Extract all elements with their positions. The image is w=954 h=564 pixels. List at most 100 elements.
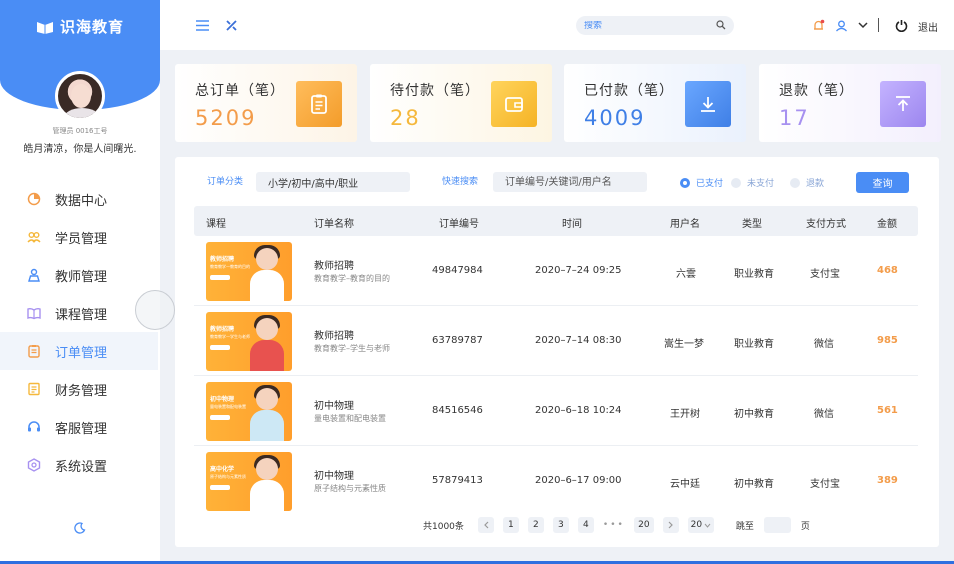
order-type: 职业教育	[734, 269, 774, 280]
thumb-title: 高中化学	[210, 466, 235, 473]
page-button[interactable]: 20	[633, 517, 654, 533]
category-filter-label: 订单分类	[207, 177, 244, 187]
topbar: 退出	[160, 0, 954, 50]
topbar-divider	[878, 18, 879, 32]
column-header: 订单名称	[314, 219, 354, 230]
payment-method: 微信	[814, 409, 834, 420]
order-time: 2020–6–17 09:00	[535, 475, 622, 486]
page-button[interactable]: 1	[502, 517, 519, 533]
radio-checked-icon	[680, 177, 690, 188]
radio-label: 已支付	[696, 179, 724, 189]
quick-search-input[interactable]	[493, 172, 647, 192]
category-filter-field[interactable]	[256, 172, 410, 192]
table-header: 课程 订单名称 订单编号 时间 用户名 类型 支付方式 金额	[194, 206, 918, 236]
payment-method: 支付宝	[810, 479, 840, 490]
search-icon[interactable]	[716, 20, 726, 33]
order-name: 教师招聘	[314, 331, 354, 342]
logo-book-icon	[37, 21, 53, 34]
column-header: 用户名	[670, 219, 700, 230]
chevron-down-icon[interactable]	[855, 17, 871, 33]
logout-label[interactable]: 退出	[918, 19, 938, 34]
avatar[interactable]	[55, 71, 105, 121]
sidebar-item-data-center[interactable]: 数据中心	[0, 180, 160, 218]
page-button[interactable]: 4	[577, 517, 594, 533]
table-row[interactable]: 教师招聘 教育教学—教育的目的 教师招聘 教育教学–教育的目的 49847984…	[194, 236, 918, 306]
sidebar-item-teachers[interactable]: 教师管理	[0, 256, 160, 294]
admin-id: 管理员 0016工号	[52, 127, 108, 135]
stat-title: 待付款（笔）	[390, 83, 480, 99]
book-icon	[27, 306, 41, 320]
order-subtitle: 原子结构与元素性质	[314, 484, 386, 493]
radio-refund[interactable]: 退款	[790, 176, 824, 189]
order-time: 2020–6–18 10:24	[535, 405, 622, 416]
order-subtitle: 量电装置和配电装置	[314, 414, 386, 423]
search-input[interactable]	[584, 20, 704, 31]
user-name: 云中廷	[670, 479, 700, 490]
power-icon[interactable]	[893, 17, 909, 33]
stat-card-pending-payment[interactable]: 待付款（笔） 28	[370, 64, 552, 142]
user-name: 王开树	[670, 409, 700, 420]
user-icon[interactable]	[833, 17, 849, 33]
goto-page-input[interactable]	[763, 517, 791, 533]
stat-value: 4009	[584, 106, 646, 130]
clipboard-icon	[27, 344, 41, 358]
table-row[interactable]: 初中物理 量电装置和配电装置 初中物理 量电装置和配电装置 84516546 2…	[194, 376, 918, 446]
quick-search-label: 快速搜索	[442, 177, 479, 187]
page-button[interactable]: 3	[552, 517, 569, 533]
search-box[interactable]	[576, 16, 734, 35]
sidebar-item-orders[interactable]: 订单管理	[0, 332, 158, 370]
order-name: 初中物理	[314, 471, 354, 482]
payment-method: 支付宝	[810, 269, 840, 280]
table-row[interactable]: 教师招聘 教育教学—学生与老师 教师招聘 教育教学–学生与老师 63789787…	[194, 306, 918, 376]
ellipsis-icon: •••	[602, 520, 625, 530]
sidebar-item-label: 财务管理	[55, 383, 108, 399]
ledger-icon	[27, 382, 41, 396]
sidebar-item-settings[interactable]: 系统设置	[0, 446, 160, 484]
thumb-title: 教师招聘	[210, 326, 235, 333]
column-header: 时间	[562, 219, 582, 230]
bell-icon[interactable]	[810, 17, 826, 33]
theme-toggle-moon-icon[interactable]	[72, 520, 88, 536]
course-thumbnail[interactable]: 初中物理 量电装置和配电装置	[206, 382, 292, 441]
course-thumbnail[interactable]: 教师招聘 教育教学—学生与老师	[206, 312, 292, 371]
query-button[interactable]: 查询	[856, 172, 909, 193]
stat-card-total-orders[interactable]: 总订单（笔） 5209	[175, 64, 357, 142]
stat-title: 已付款（笔）	[584, 83, 674, 99]
order-number: 49847984	[432, 265, 483, 276]
chart-pie-icon	[27, 192, 41, 206]
order-number: 63789787	[432, 335, 483, 346]
page-button[interactable]: 2	[527, 517, 544, 533]
thumb-subtitle: 量电装置和配电装置	[210, 404, 246, 409]
sidebar-item-label: 学员管理	[55, 231, 108, 247]
thumb-title: 教师招聘	[210, 256, 235, 263]
course-thumbnail[interactable]: 教师招聘 教育教学—教育的目的	[206, 242, 292, 301]
course-thumbnail[interactable]: 高中化学 原子结构与元素性质	[206, 452, 292, 511]
stat-card-refunds[interactable]: 退款（笔） 17	[759, 64, 941, 142]
order-amount: 561	[877, 405, 898, 416]
sidebar-item-label: 订单管理	[55, 345, 108, 361]
sidebar-item-label: 课程管理	[55, 307, 108, 323]
prev-page-chevron-left-icon[interactable]	[477, 517, 494, 533]
radio-paid[interactable]: 已支付	[680, 176, 723, 189]
app-logo[interactable]: 识海教育	[36, 16, 124, 37]
next-page-chevron-right-icon[interactable]	[662, 517, 679, 533]
sidebar-item-finance[interactable]: 财务管理	[0, 370, 160, 408]
order-subtitle: 教育教学–教育的目的	[314, 274, 390, 283]
table-row[interactable]: 高中化学 原子结构与元素性质 初中物理 原子结构与元素性质 57879413 2…	[194, 446, 918, 516]
order-type: 初中教育	[734, 479, 774, 490]
radio-unchecked-icon	[731, 177, 741, 188]
tools-icon[interactable]	[223, 17, 239, 33]
sidebar-item-students[interactable]: 学员管理	[0, 218, 160, 256]
page-size-select[interactable]: 20	[687, 517, 714, 533]
orders-panel: 订单分类 快速搜索 已支付 未支付 退款 查询 课程 订单名称 订单编号 时间 …	[175, 157, 939, 547]
radio-label: 未支付	[747, 179, 775, 189]
order-subtitle: 教育教学–学生与老师	[314, 344, 390, 353]
sidebar-item-customer-service[interactable]: 客服管理	[0, 408, 160, 446]
radio-unpaid[interactable]: 未支付	[731, 176, 774, 189]
stat-title: 退款（笔）	[779, 83, 854, 99]
order-amount: 389	[877, 475, 898, 486]
download-icon	[685, 81, 731, 127]
menu-toggle-icon[interactable]	[194, 17, 210, 33]
thumb-subtitle: 原子结构与元素性质	[210, 474, 246, 479]
stat-card-paid[interactable]: 已付款（笔） 4009	[564, 64, 746, 142]
